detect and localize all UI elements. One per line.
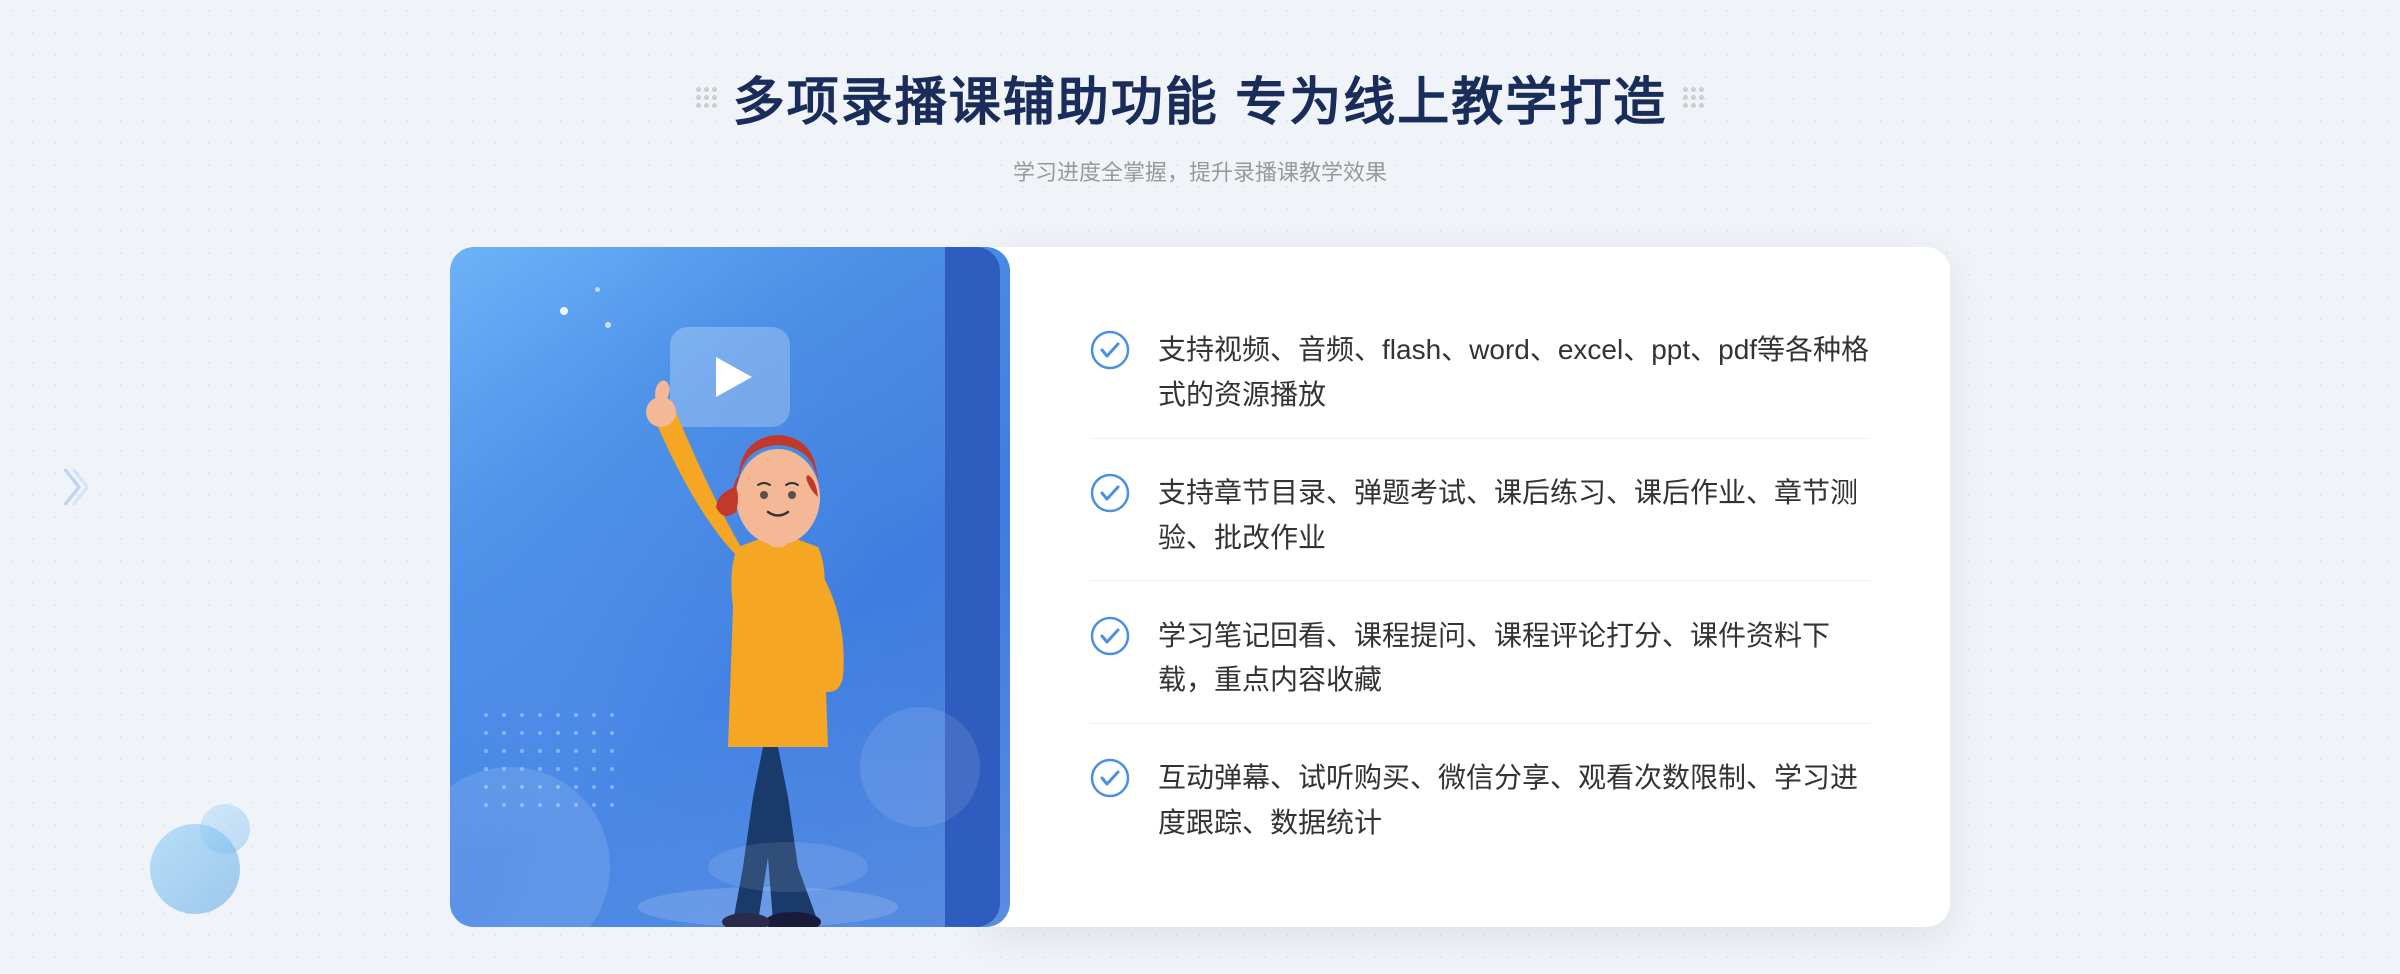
feature-text-1: 支持视频、音频、flash、word、excel、ppt、pdf等各种格式的资源… (1158, 328, 1870, 418)
content-area: 支持视频、音频、flash、word、excel、ppt、pdf等各种格式的资源… (450, 247, 1950, 927)
left-arrow-decoration (60, 467, 88, 507)
illustration-card (450, 247, 1010, 927)
left-decorative-dots (696, 87, 717, 108)
check-icon-2 (1090, 473, 1130, 513)
features-card: 支持视频、音频、flash、word、excel、ppt、pdf等各种格式的资源… (980, 247, 1950, 927)
check-icon-1 (1090, 330, 1130, 370)
sparkle-dot-1 (560, 307, 568, 315)
feature-text-2: 支持章节目录、弹题考试、课后练习、课后作业、章节测验、批改作业 (1158, 471, 1870, 561)
right-decorative-dots (1683, 87, 1704, 108)
bottom-circle-deco-2 (200, 804, 250, 854)
check-icon-4 (1090, 758, 1130, 798)
check-icon-3 (1090, 616, 1130, 656)
person-illustration (578, 367, 958, 927)
feature-item-3: 学习笔记回看、课程提问、课程评论打分、课件资料下载，重点内容收藏 (1090, 594, 1870, 725)
header-section: 多项录播课辅助功能 专为线上教学打造 学习进度全掌握，提升录播课教学效果 (696, 60, 1704, 187)
feature-text-3: 学习笔记回看、课程提问、课程评论打分、课件资料下载，重点内容收藏 (1158, 614, 1870, 704)
sparkle-dot-2 (595, 287, 600, 292)
page-title: 多项录播课辅助功能 专为线上教学打造 (733, 60, 1667, 135)
page-subtitle: 学习进度全掌握，提升录播课教学效果 (1013, 155, 1387, 187)
feature-item-4: 互动弹幕、试听购买、微信分享、观看次数限制、学习进度跟踪、数据统计 (1090, 736, 1870, 866)
feature-text-4: 互动弹幕、试听购买、微信分享、观看次数限制、学习进度跟踪、数据统计 (1158, 756, 1870, 846)
page-container: 多项录播课辅助功能 专为线上教学打造 学习进度全掌握，提升录播课教学效果 (0, 0, 2400, 974)
feature-item-2: 支持章节目录、弹题考试、课后练习、课后作业、章节测验、批改作业 (1090, 451, 1870, 582)
sparkle-dot-3 (605, 322, 611, 328)
feature-item-1: 支持视频、音频、flash、word、excel、ppt、pdf等各种格式的资源… (1090, 308, 1870, 439)
title-row: 多项录播课辅助功能 专为线上教学打造 (696, 60, 1704, 135)
